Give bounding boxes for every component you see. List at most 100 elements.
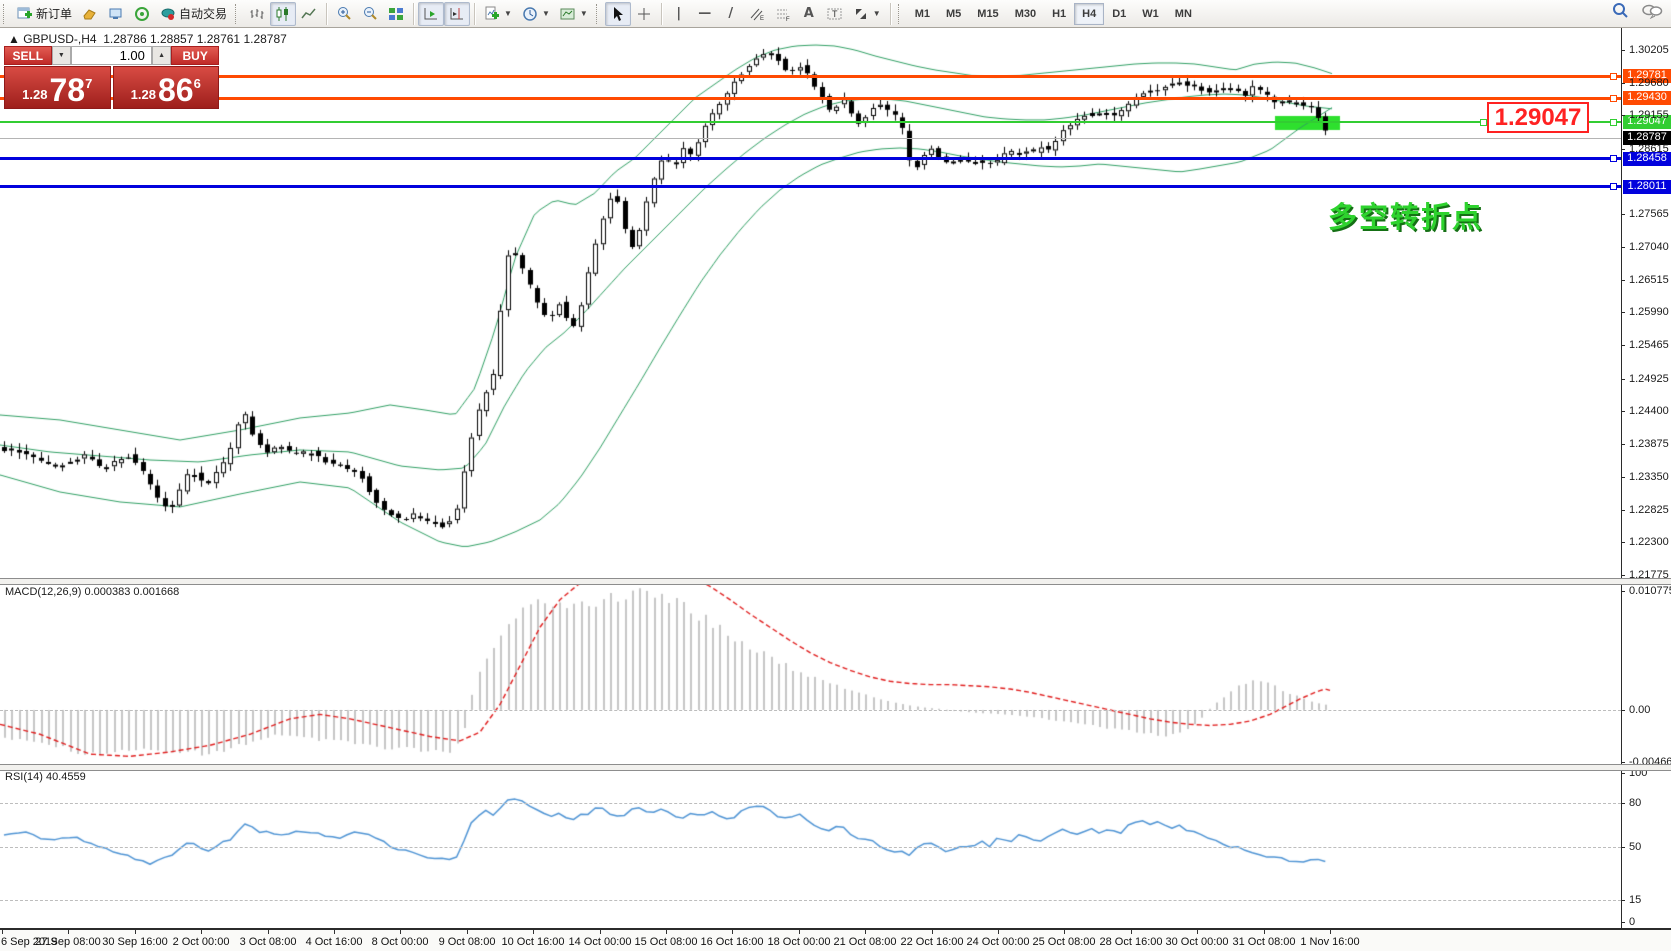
templates-button[interactable]: ▼ xyxy=(555,2,593,26)
new-order-button[interactable]: 新订单 xyxy=(12,2,77,26)
volume-decrease-button[interactable]: ▼ xyxy=(52,46,71,65)
search-icon[interactable] xyxy=(1612,2,1629,19)
buy-button[interactable]: BUY xyxy=(171,46,219,65)
line-anchor-marker[interactable] xyxy=(1610,73,1617,80)
zoom-out-button[interactable] xyxy=(357,2,383,26)
rsi-tick-label: 50 xyxy=(1629,841,1641,853)
signals-button[interactable] xyxy=(129,2,155,26)
support-line-1.28458[interactable] xyxy=(0,157,1621,160)
toolbar-separator xyxy=(413,3,414,25)
zoom-in-button[interactable] xyxy=(331,2,357,26)
price-tick-label: 1.28615 xyxy=(1629,143,1669,155)
time-label: 4 Oct 16:00 xyxy=(296,936,372,948)
line-anchor-marker[interactable] xyxy=(1610,95,1617,102)
tf-M1[interactable]: M1 xyxy=(907,3,938,25)
buy-price-display[interactable]: 1.28866 xyxy=(113,66,220,109)
pivot-text-annotation[interactable]: 多空转折点 xyxy=(1328,194,1498,236)
toolbar-grip[interactable] xyxy=(596,4,601,24)
price-tick-label: 1.22825 xyxy=(1629,504,1669,516)
text-label-button[interactable]: T xyxy=(822,2,848,26)
text-button[interactable]: A xyxy=(796,2,822,26)
sell-button[interactable]: SELL xyxy=(4,46,52,65)
crosshair-button[interactable] xyxy=(631,2,657,26)
zoom-in-icon xyxy=(336,6,352,22)
line-anchor-marker[interactable] xyxy=(1610,155,1617,162)
macd-pane-divider[interactable] xyxy=(0,578,1671,585)
toolbar-grip[interactable] xyxy=(235,4,240,24)
time-label: 3 Oct 08:00 xyxy=(230,936,306,948)
trendline-button[interactable]: / xyxy=(718,2,744,26)
time-tick xyxy=(865,930,866,934)
equidistant-channel-button[interactable]: E xyxy=(744,2,770,26)
chart-shift-button[interactable] xyxy=(444,2,470,26)
chart-window[interactable]: 1.297811.294301.290471.284581.280111.287… xyxy=(0,28,1671,951)
auto-trading-button[interactable]: 自动交易 xyxy=(155,2,232,26)
tf-M30[interactable]: M30 xyxy=(1007,3,1044,25)
current-price-line xyxy=(0,138,1621,139)
indicators-dropdown-caret: ▼ xyxy=(504,9,512,18)
tf-MN[interactable]: MN xyxy=(1167,3,1200,25)
toolbar-grip[interactable] xyxy=(3,4,8,24)
toolbar-separator xyxy=(326,3,327,25)
rsi-pane-divider[interactable] xyxy=(0,764,1671,771)
support-line-1.28011[interactable] xyxy=(0,185,1621,188)
fibonacci-icon: F xyxy=(775,6,791,22)
bar-chart-button[interactable] xyxy=(244,2,270,26)
time-tick xyxy=(467,930,468,934)
open-value: 1.28786 xyxy=(103,32,146,46)
tf-W1[interactable]: W1 xyxy=(1134,3,1167,25)
vertical-line-button[interactable]: | xyxy=(666,2,692,26)
price-tick-label: 1.24925 xyxy=(1629,373,1669,385)
time-tick xyxy=(666,930,667,934)
price-tick-label: 1.25990 xyxy=(1629,306,1669,318)
cursor-button[interactable] xyxy=(605,2,631,26)
line-chart-button[interactable] xyxy=(296,2,322,26)
toolbar-grip[interactable] xyxy=(898,4,903,24)
time-tick xyxy=(600,930,601,934)
time-axis[interactable]: 6 Sep 201927 Sep 08:0030 Sep 16:002 Oct … xyxy=(0,928,1671,951)
volume-increase-button[interactable]: ▲ xyxy=(152,46,171,65)
tile-windows-button[interactable] xyxy=(383,2,409,26)
macd-canvas[interactable] xyxy=(0,584,1621,766)
fibonacci-button[interactable]: F xyxy=(770,2,796,26)
equidistant-channel-icon: E xyxy=(749,6,765,22)
auto-scroll-icon xyxy=(423,6,439,22)
chat-icon[interactable] xyxy=(1641,3,1663,19)
pivot-line-1.29047[interactable] xyxy=(0,121,1621,123)
price-callout-box[interactable]: 1.29047 xyxy=(1487,102,1589,133)
auto-scroll-button[interactable] xyxy=(418,2,444,26)
time-tick xyxy=(533,930,534,934)
tf-H4[interactable]: H4 xyxy=(1074,3,1104,25)
tf-M15[interactable]: M15 xyxy=(969,3,1006,25)
chart-shift-icon xyxy=(449,6,465,22)
price-level-badge: 1.28011 xyxy=(1623,180,1671,194)
line-anchor-marker[interactable] xyxy=(1610,183,1617,190)
tf-D1[interactable]: D1 xyxy=(1104,3,1134,25)
resistance-line-1.29781[interactable] xyxy=(0,75,1621,78)
market-watch-button[interactable] xyxy=(103,2,129,26)
resistance-line-1.29430[interactable] xyxy=(0,97,1621,100)
candlestick-chart-button[interactable] xyxy=(270,2,296,26)
tile-windows-icon xyxy=(388,6,404,22)
line-anchor-marker[interactable] xyxy=(1610,119,1617,126)
time-label: 21 Oct 08:00 xyxy=(827,936,903,948)
sell-price-prefix: 1.28 xyxy=(22,85,47,105)
horizontal-line-button[interactable]: — xyxy=(692,2,718,26)
price-chart-canvas[interactable] xyxy=(0,28,1621,578)
volume-input[interactable]: 1.00 xyxy=(71,46,152,65)
price-axis-border xyxy=(1621,28,1622,928)
indicators-button[interactable]: ▼ xyxy=(479,2,517,26)
text-label-icon: T xyxy=(827,6,843,22)
arrows-button[interactable]: ▼ xyxy=(848,2,886,26)
tf-H1[interactable]: H1 xyxy=(1044,3,1074,25)
periods-button[interactable]: ▼ xyxy=(517,2,555,26)
history-center-button[interactable] xyxy=(77,2,103,26)
time-tick xyxy=(1197,930,1198,934)
time-label: 9 Oct 08:00 xyxy=(429,936,505,948)
time-tick xyxy=(135,930,136,934)
sell-price-display[interactable]: 1.28787 xyxy=(4,66,111,109)
templates-icon xyxy=(560,6,576,22)
time-tick xyxy=(932,930,933,934)
callout-anchor-marker[interactable] xyxy=(1480,119,1487,126)
tf-M5[interactable]: M5 xyxy=(938,3,969,25)
